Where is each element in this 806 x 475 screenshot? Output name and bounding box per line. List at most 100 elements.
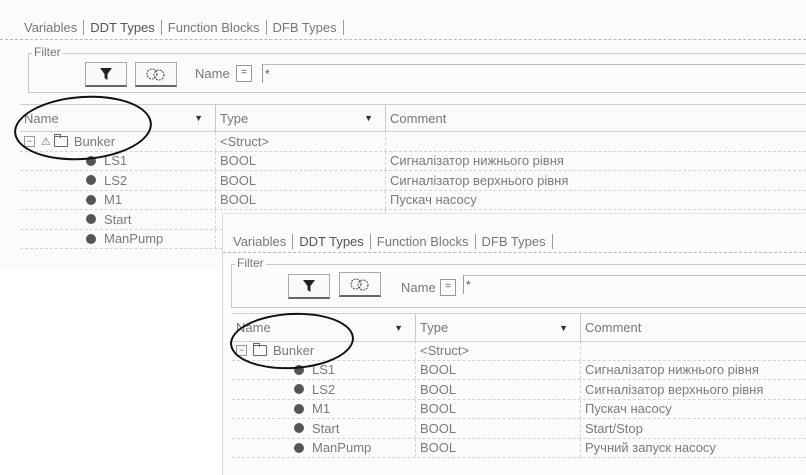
- back-group-comment: [386, 132, 806, 151]
- back-col-comment-label: Comment: [390, 110, 447, 126]
- front-operator-button[interactable]: =: [440, 279, 456, 296]
- element-dot-icon: [294, 384, 304, 395]
- back-table-row[interactable]: M1 BOOL Пускач насосу: [20, 190, 806, 210]
- element-dot-icon: [294, 364, 304, 375]
- front-row-comment: Пускач насосу: [585, 401, 672, 417]
- element-dot-icon: [294, 423, 304, 434]
- front-col-comment[interactable]: Comment: [581, 314, 806, 341]
- back-row-comment: Сигналізатор нижнього рівня: [390, 153, 564, 169]
- sort-down-icon[interactable]: ▼: [559, 323, 580, 333]
- back-tab-divider: [0, 39, 806, 40]
- back-row-type: BOOL: [216, 190, 386, 209]
- front-filter-label: Filter: [235, 256, 266, 270]
- back-row-name: LS1: [104, 153, 128, 169]
- back-group-name: Bunker: [73, 133, 116, 149]
- datatype-filter-icon: [146, 68, 165, 81]
- front-data-editor: Variables DDT Types Function Blocks DFB …: [222, 213, 806, 475]
- back-name-label: Name: [195, 66, 230, 81]
- front-filter-apply-button[interactable]: [288, 274, 330, 299]
- back-filter-apply-button[interactable]: [85, 62, 127, 87]
- front-row-comment: Start/Stop: [585, 420, 643, 436]
- funnel-icon: [303, 280, 315, 292]
- element-dot-icon: [294, 442, 304, 453]
- back-col-type[interactable]: Type ▼: [216, 105, 386, 131]
- front-col-type-label: Type: [420, 320, 449, 335]
- front-table-body: − Bunker <Struct> LS1 BOOL Сигналізатор н…: [232, 341, 806, 458]
- front-table-row[interactable]: ManPump BOOL Ручний запуск насосу: [232, 438, 806, 458]
- back-col-name-label: Name: [24, 110, 59, 126]
- sort-down-icon[interactable]: ▼: [394, 323, 415, 333]
- collapse-icon[interactable]: −: [236, 344, 247, 356]
- front-group-name: Bunker: [273, 342, 315, 358]
- back-row-comment: Пускач насосу: [390, 192, 477, 208]
- front-group-comment: [581, 341, 806, 360]
- element-dot-icon: [86, 175, 96, 186]
- element-dot-icon: [294, 403, 304, 414]
- front-datatype-filter-button[interactable]: [339, 272, 381, 297]
- front-table-row[interactable]: Start BOOL Start/Stop: [232, 419, 806, 439]
- back-row-name: ManPump: [104, 231, 164, 247]
- element-dot-icon: [86, 155, 96, 166]
- collapse-icon[interactable]: −: [24, 135, 35, 147]
- front-col-name[interactable]: Name ▼: [232, 314, 416, 341]
- front-row-type: BOOL: [416, 380, 581, 399]
- front-tab-function-blocks[interactable]: Function Blocks: [371, 234, 476, 249]
- front-row-name: Start: [312, 420, 340, 436]
- front-table-header: Name ▼ Type ▼ Comment: [232, 313, 806, 342]
- back-row-type: BOOL: [216, 171, 386, 190]
- back-operator-button[interactable]: =: [236, 65, 252, 82]
- back-row-name: LS2: [104, 172, 128, 188]
- front-row-type: BOOL: [416, 399, 581, 418]
- back-col-comment[interactable]: Comment: [386, 105, 806, 131]
- back-filter-value-input[interactable]: *: [262, 64, 805, 83]
- back-group-type: <Struct>: [216, 132, 386, 151]
- datatype-filter-icon: [350, 278, 369, 291]
- back-tab-dfb-types[interactable]: DFB Types: [267, 20, 344, 35]
- front-row-comment: Сигналізатор нижнього рівня: [585, 362, 759, 378]
- back-tab-strip: Variables DDT Types Function Blocks DFB …: [0, 20, 806, 35]
- front-table-row[interactable]: LS2 BOOL Сигналізатор верхнього рівня: [232, 380, 806, 400]
- back-row-name: Start: [104, 211, 132, 227]
- back-col-name[interactable]: Name ▼: [20, 105, 216, 131]
- back-tab-function-blocks[interactable]: Function Blocks: [162, 20, 267, 35]
- front-row-type: BOOL: [416, 360, 581, 379]
- back-datatype-filter-button[interactable]: [135, 62, 177, 87]
- back-tab-variables[interactable]: Variables: [0, 20, 85, 35]
- front-row-name: ManPump: [312, 440, 372, 456]
- front-col-comment-label: Comment: [585, 320, 642, 335]
- back-row-name: M1: [104, 192, 123, 208]
- front-row-name: M1: [312, 401, 331, 417]
- front-name-label: Name: [401, 280, 436, 295]
- front-col-type[interactable]: Type ▼: [416, 314, 581, 341]
- element-dot-icon: [86, 194, 96, 205]
- back-group-row-bunker[interactable]: − ⚠ Bunker <Struct>: [20, 132, 806, 152]
- element-dot-icon: [86, 233, 96, 244]
- sort-down-icon[interactable]: ▼: [194, 113, 215, 123]
- front-row-type: BOOL: [416, 419, 581, 438]
- back-col-type-label: Type: [220, 110, 249, 126]
- struct-icon: ⚠: [41, 135, 51, 148]
- back-row-type: BOOL: [216, 151, 386, 170]
- front-table-row[interactable]: LS1 BOOL Сигналізатор нижнього рівня: [232, 360, 806, 380]
- front-tab-dfb-types[interactable]: DFB Types: [476, 234, 553, 249]
- front-filter-value-input[interactable]: *: [463, 275, 806, 294]
- struct-folder-icon: [253, 342, 267, 356]
- front-table-row[interactable]: M1 BOOL Пускач насосу: [232, 399, 806, 419]
- front-col-name-label: Name: [236, 320, 271, 335]
- back-table-header: Name ▼ Type ▼ Comment: [20, 104, 806, 132]
- funnel-icon: [100, 68, 112, 80]
- front-tab-variables[interactable]: Variables: [223, 234, 294, 249]
- front-row-comment: Сигналізатор верхнього рівня: [585, 381, 764, 397]
- front-group-row-bunker[interactable]: − Bunker <Struct>: [232, 341, 806, 361]
- back-table-row[interactable]: LS2 BOOL Сигналізатор верхнього рівня: [20, 171, 806, 191]
- front-tab-ddt-types[interactable]: DDT Types: [293, 234, 371, 249]
- sort-down-icon[interactable]: ▼: [364, 113, 385, 123]
- back-filter-label: Filter: [32, 45, 63, 59]
- front-row-comment: Ручний запуск насосу: [585, 440, 716, 456]
- front-row-type: BOOL: [416, 438, 581, 457]
- back-table-row[interactable]: LS1 BOOL Сигналізатор нижнього рівня: [20, 151, 806, 171]
- front-group-type: <Struct>: [416, 341, 581, 360]
- struct-folder-icon: [53, 133, 68, 147]
- back-tab-ddt-types[interactable]: DDT Types: [84, 20, 162, 35]
- front-tab-strip: Variables DDT Types Function Blocks DFB …: [223, 234, 806, 249]
